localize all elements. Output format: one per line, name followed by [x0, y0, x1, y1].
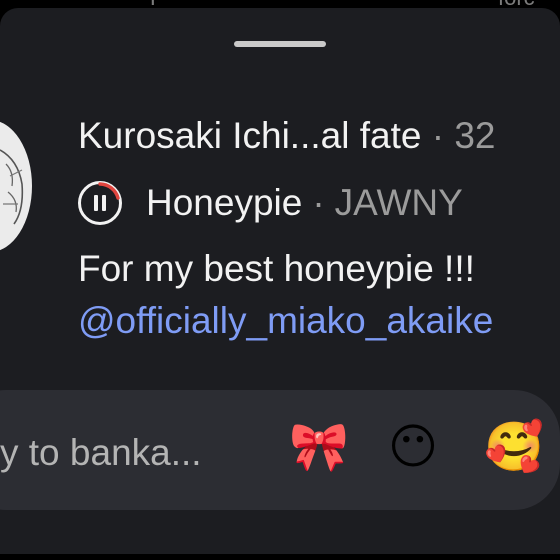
- song-separator: ·: [312, 182, 325, 223]
- story-reply-screen: F forc Kurosaki Ichi...al fate · 32 Hone…: [0, 0, 560, 560]
- author-separator: ·: [431, 115, 445, 156]
- reaction-smiling-hearts-emoji[interactable]: 🥰: [484, 418, 544, 478]
- music-row: Honeypie · JAWNY: [78, 178, 463, 228]
- reply-input-placeholder[interactable]: y to banka...: [0, 432, 202, 474]
- music-pause-button[interactable]: [78, 181, 122, 225]
- sheet-drag-handle[interactable]: [234, 41, 326, 47]
- story-author-row: Kurosaki Ichi...al fate · 32: [78, 115, 496, 157]
- avatar[interactable]: [0, 120, 32, 252]
- bottom-edge: [0, 554, 560, 560]
- music-progress-ring: [98, 182, 120, 200]
- pause-icon-bar: [102, 195, 106, 211]
- pause-icon: [94, 195, 98, 211]
- author-username[interactable]: Kurosaki Ichi...al fate: [78, 115, 421, 156]
- reaction-neutral-face-emoji[interactable]: 😶: [388, 418, 438, 478]
- story-caption: For my best honeypie !!!: [78, 248, 475, 289]
- song-title[interactable]: Honeypie: [146, 182, 302, 224]
- post-time: 32: [454, 115, 496, 156]
- mention-link[interactable]: @officially_miako_akaike: [78, 300, 493, 342]
- reaction-ribbon-emoji[interactable]: 🎀: [289, 418, 349, 478]
- song-artist[interactable]: JAWNY: [335, 182, 463, 224]
- avatar-sketch-icon: [0, 149, 24, 225]
